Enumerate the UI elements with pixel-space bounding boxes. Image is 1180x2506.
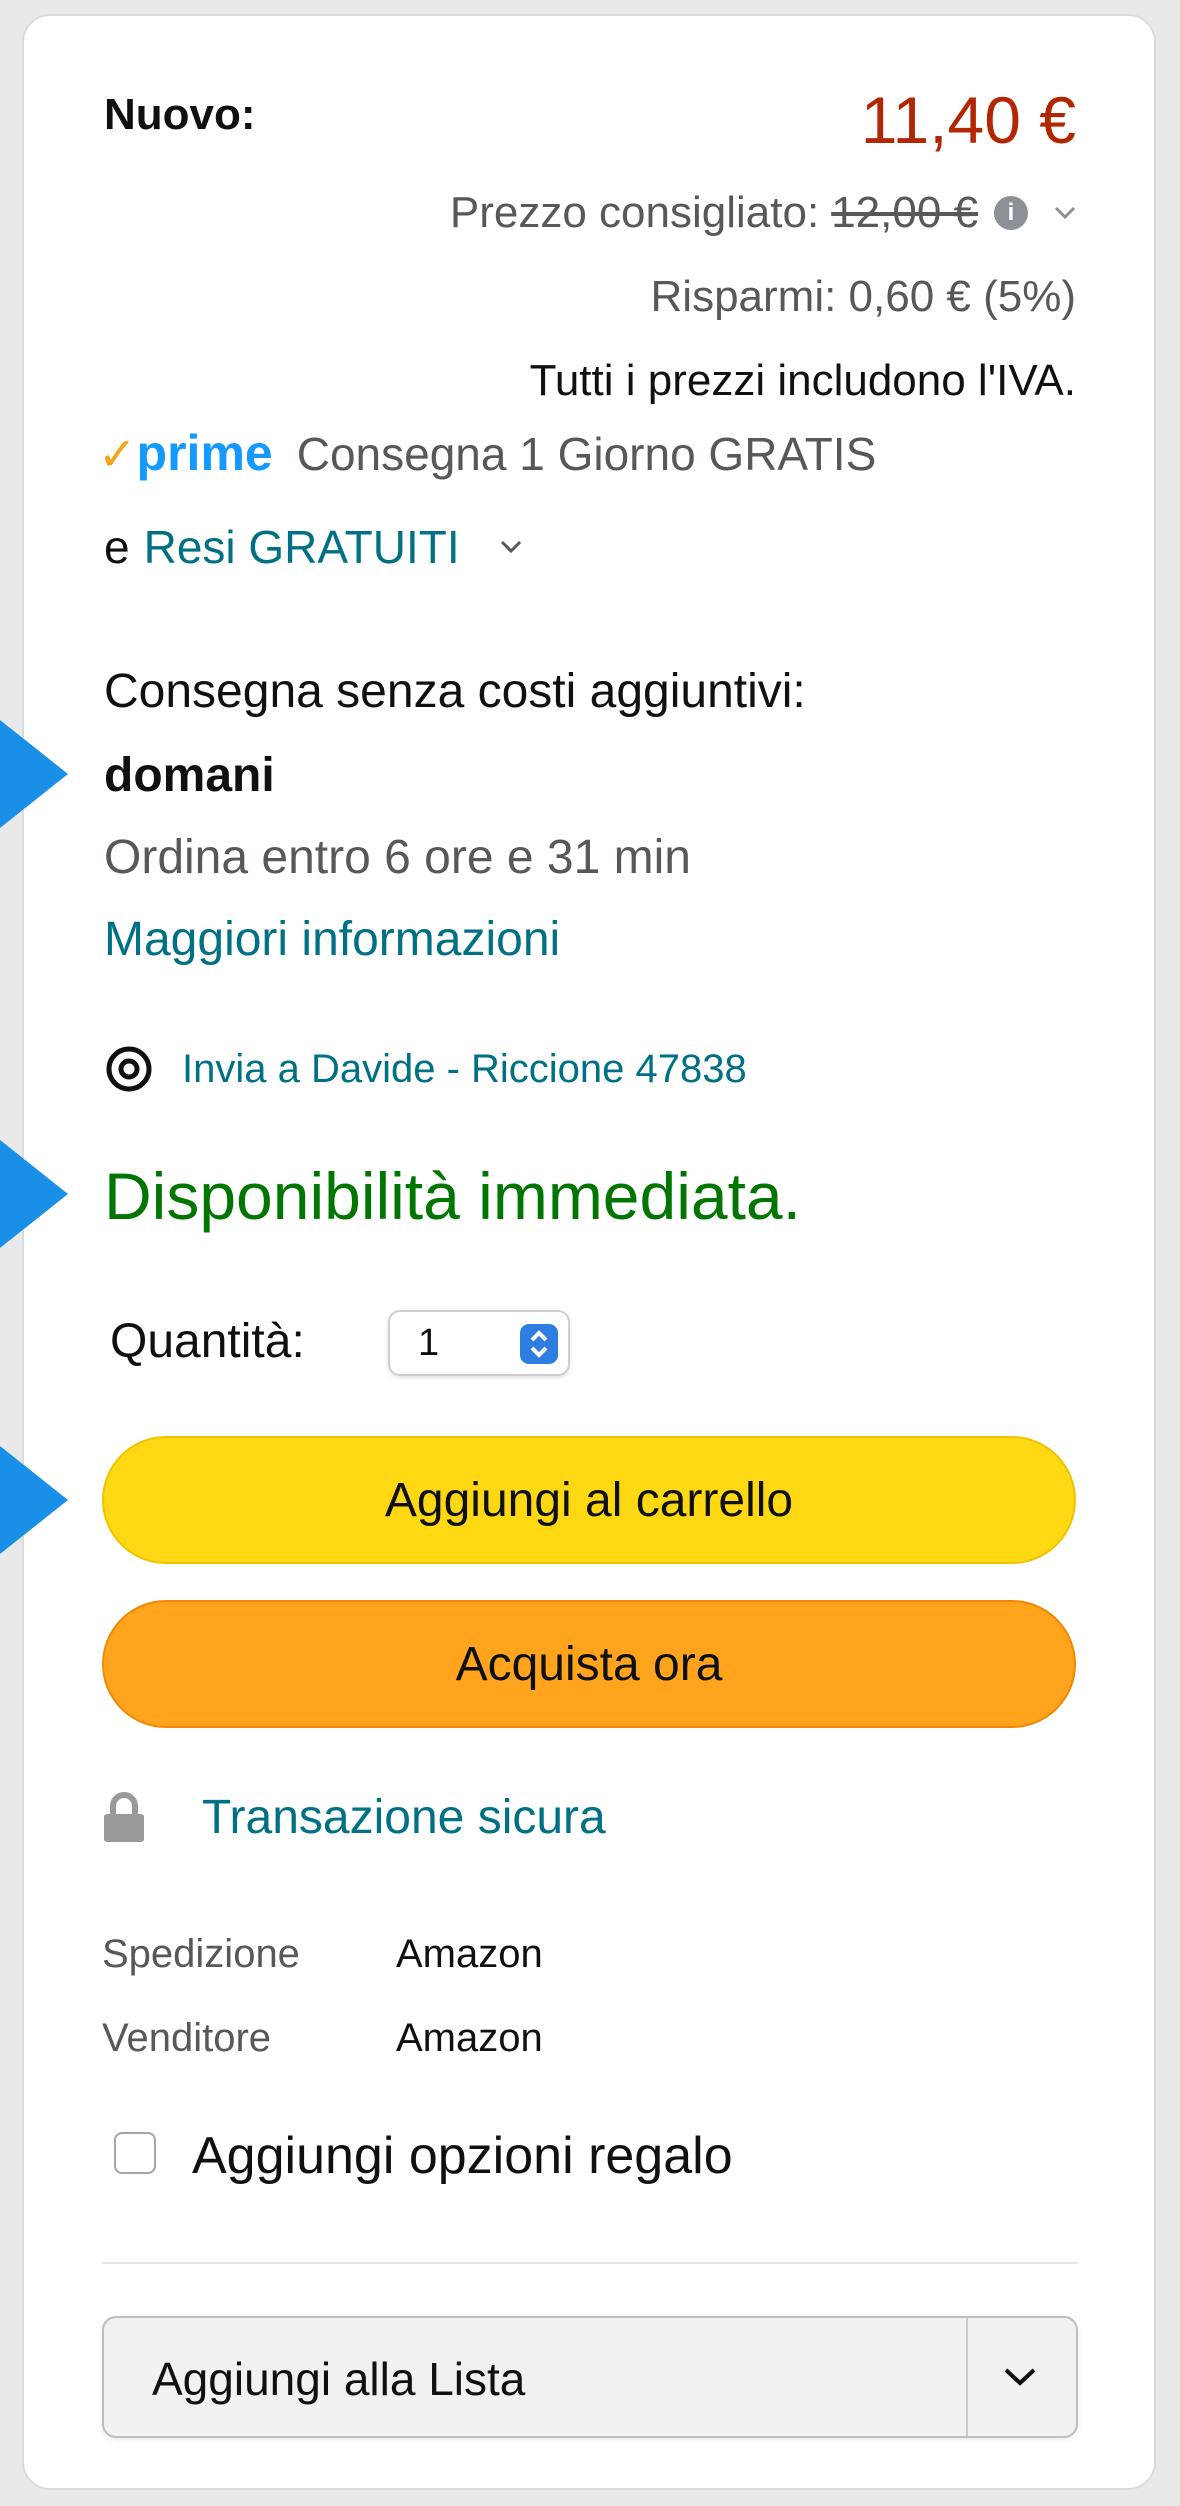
savings: Risparmi: 0,60 € (5%) [650,272,1076,321]
list-price-row: Prezzo consigliato: 12,00 € i [450,188,1076,238]
add-to-list-button[interactable]: Aggiungi alla Lista [152,2352,525,2406]
add-to-list-dropdown[interactable]: Aggiungi alla Lista [102,2316,1078,2438]
annotation-arrow-add-to-cart [0,1438,68,1562]
returns-conj: e [104,521,130,573]
shipping-label: Spedizione [102,1932,300,1976]
buy-now-button[interactable]: Acquista ora [102,1600,1076,1728]
quantity-select[interactable]: 1 [388,1310,570,1376]
shipping-value: Amazon [396,1932,543,1976]
delivery-date: domani [104,749,275,802]
gift-label[interactable]: Aggiungi opzioni regalo [192,2126,733,2186]
ship-to-link[interactable]: Invia a Davide - Riccione 47838 [182,1047,747,1092]
location-icon [106,1046,152,1092]
chevron-down-icon[interactable] [500,540,522,554]
quantity-label: Quantità: [110,1315,305,1368]
vat-note: Tutti i prezzi includono l'IVA. [529,356,1076,405]
more-info-link[interactable]: Maggiori informazioni [104,912,560,967]
list-price-label: Prezzo consigliato: [449,188,820,237]
divider [102,2262,1078,2264]
list-price-value: 12,00 € [831,188,978,237]
annotation-arrow-delivery [0,712,68,836]
secure-transaction-link[interactable]: Transazione sicura [202,1790,606,1845]
price-amount: 11,40 € [860,83,1076,157]
free-returns-link[interactable]: Resi GRATUITI [144,520,460,574]
seller-label: Venditore [102,2016,272,2060]
gift-checkbox[interactable] [114,2132,156,2174]
secure-row: Transazione sicura [102,1790,606,1845]
chevron-down-icon[interactable] [1002,2366,1038,2388]
order-within: Ordina entro 6 ore e 31 min [104,831,691,884]
prime-delivery-text: Consegna 1 Giorno GRATIS [296,428,877,480]
prime-logo: prime [136,425,273,481]
annotation-arrow-availability [0,1132,68,1256]
availability-status: Disponibilità immediata. [104,1159,801,1233]
divider [966,2318,968,2436]
prime-check-icon: ✓ [98,428,137,480]
delivery-line: Consegna senza costi aggiuntivi: [104,665,806,718]
lock-icon [104,1791,144,1842]
info-icon[interactable]: i [994,196,1028,230]
chevron-down-icon[interactable] [1054,206,1076,220]
condition-label: Nuovo: [104,90,256,139]
quantity-value: 1 [418,1322,440,1364]
add-to-cart-button[interactable]: Aggiungi al carrello [102,1436,1076,1564]
prime-delivery-row: ✓ prime Consegna 1 Giorno GRATIS [98,424,876,482]
returns-row: e Resi GRATUITI [104,520,522,574]
ship-to-row[interactable]: Invia a Davide - Riccione 47838 [104,1044,747,1094]
seller-value: Amazon [396,2016,543,2060]
select-arrows-icon [520,1324,558,1364]
